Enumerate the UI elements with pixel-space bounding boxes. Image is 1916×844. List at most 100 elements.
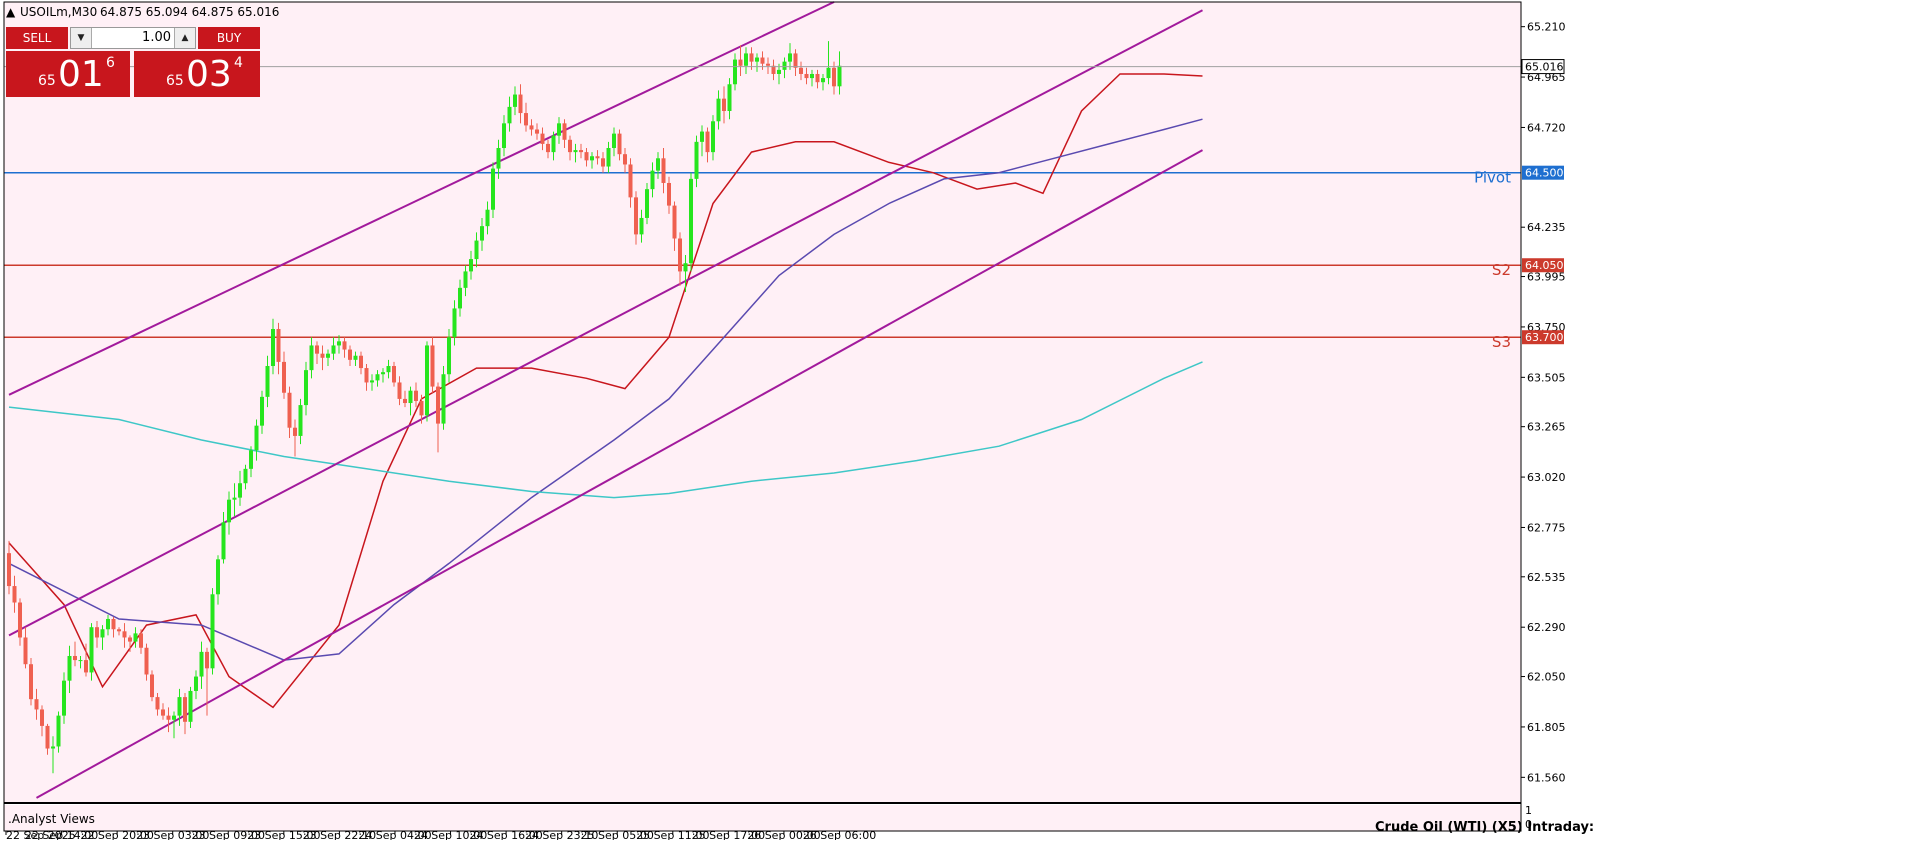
candle-body[interactable] <box>122 631 127 638</box>
candle-body[interactable] <box>518 94 523 114</box>
candle-body[interactable] <box>617 133 622 155</box>
candle-body[interactable] <box>595 156 600 159</box>
candle-body[interactable] <box>342 341 347 350</box>
candle-body[interactable] <box>128 637 132 642</box>
candle-body[interactable] <box>810 73 814 79</box>
candle-body[interactable] <box>815 73 820 83</box>
lot-size-field[interactable]: ▼ 1.00 ▲ <box>70 27 196 49</box>
candle-body[interactable] <box>546 143 550 153</box>
candle-body[interactable] <box>524 113 528 126</box>
candle-body[interactable] <box>84 660 88 673</box>
candle-body[interactable] <box>766 63 770 66</box>
buy-price[interactable]: 65 03 4 <box>134 51 260 97</box>
candle-body[interactable] <box>634 197 638 235</box>
candle-body[interactable] <box>678 238 682 272</box>
candle-body[interactable] <box>799 67 803 74</box>
candle-body[interactable] <box>672 205 677 239</box>
candle-body[interactable] <box>150 674 154 698</box>
candle-body[interactable] <box>628 164 633 198</box>
candle-body[interactable] <box>78 660 83 662</box>
candle-body[interactable] <box>353 355 358 360</box>
candle-body[interactable] <box>205 651 209 669</box>
candle-body[interactable] <box>683 263 688 272</box>
candle-body[interactable] <box>67 655 72 681</box>
candle-body[interactable] <box>111 618 116 630</box>
candle-body[interactable] <box>392 366 396 383</box>
candle-body[interactable] <box>7 553 11 587</box>
candle-body[interactable] <box>562 123 567 140</box>
candle-body[interactable] <box>199 651 204 677</box>
candle-body[interactable] <box>414 390 418 401</box>
candle-body[interactable] <box>29 664 33 700</box>
candle-body[interactable] <box>639 217 644 235</box>
candle-body[interactable] <box>227 499 231 523</box>
candle-body[interactable] <box>584 152 589 161</box>
candle-body[interactable] <box>144 647 149 675</box>
candle-body[interactable] <box>282 361 286 393</box>
candle-body[interactable] <box>590 156 594 161</box>
candle-body[interactable] <box>221 522 226 560</box>
candle-body[interactable] <box>436 386 440 424</box>
candle-body[interactable] <box>265 366 270 397</box>
candle-body[interactable] <box>430 345 435 387</box>
candle-body[interactable] <box>348 349 352 360</box>
candle-body[interactable] <box>359 355 363 369</box>
candle-body[interactable] <box>601 158 605 167</box>
candle-body[interactable] <box>788 53 792 62</box>
candle-body[interactable] <box>579 150 583 153</box>
candle-body[interactable] <box>804 73 809 79</box>
candle-body[interactable] <box>287 392 292 428</box>
chart-svg[interactable]: 65.21064.96564.72064.23563.99563.75063.5… <box>0 0 1916 842</box>
candle-body[interactable] <box>95 627 99 638</box>
candle-body[interactable] <box>645 189 649 218</box>
candle-body[interactable] <box>760 57 765 64</box>
candle-body[interactable] <box>529 125 534 130</box>
lot-increase-icon[interactable]: ▲ <box>174 28 195 48</box>
candle-body[interactable] <box>705 131 710 153</box>
candle-body[interactable] <box>722 98 726 111</box>
candle-body[interactable] <box>793 53 798 68</box>
candle-body[interactable] <box>89 627 94 673</box>
candle-body[interactable] <box>293 427 297 436</box>
candle-body[interactable] <box>650 170 655 190</box>
candle-body[interactable] <box>711 121 715 153</box>
candle-body[interactable] <box>370 380 374 383</box>
candle-body[interactable] <box>474 240 479 260</box>
candle-body[interactable] <box>166 715 171 720</box>
candle-body[interactable] <box>568 139 572 153</box>
candle-body[interactable] <box>403 398 407 404</box>
candle-body[interactable] <box>172 715 176 720</box>
candle-body[interactable] <box>18 602 22 638</box>
candle-body[interactable] <box>210 594 215 669</box>
candle-body[interactable] <box>381 372 385 375</box>
chart-plot-area[interactable] <box>4 2 1521 802</box>
candle-body[interactable] <box>458 287 462 309</box>
candle-body[interactable] <box>700 131 704 142</box>
candle-body[interactable] <box>826 67 831 79</box>
candle-body[interactable] <box>667 182 671 206</box>
candle-body[interactable] <box>56 715 61 747</box>
sell-price[interactable]: 65 01 6 <box>6 51 130 97</box>
candle-body[interactable] <box>661 158 666 183</box>
candle-body[interactable] <box>375 374 380 381</box>
candle-body[interactable] <box>386 366 391 373</box>
candle-body[interactable] <box>117 629 121 632</box>
candle-body[interactable] <box>188 690 193 722</box>
candle-body[interactable] <box>304 370 308 406</box>
candle-body[interactable] <box>463 271 468 288</box>
candle-body[interactable] <box>480 226 484 241</box>
candle-body[interactable] <box>656 158 660 171</box>
candle-body[interactable] <box>502 123 506 149</box>
candle-body[interactable] <box>320 353 325 358</box>
candle-body[interactable] <box>551 135 556 153</box>
sell-button[interactable]: SELL <box>6 27 68 49</box>
candle-body[interactable] <box>397 382 402 399</box>
candle-body[interactable] <box>727 84 732 111</box>
candle-body[interactable] <box>155 697 160 710</box>
candle-body[interactable] <box>260 396 264 426</box>
candle-body[interactable] <box>232 497 237 500</box>
candle-body[interactable] <box>194 676 198 691</box>
candle-body[interactable] <box>837 65 842 87</box>
candle-body[interactable] <box>73 655 77 661</box>
candle-body[interactable] <box>45 725 50 749</box>
